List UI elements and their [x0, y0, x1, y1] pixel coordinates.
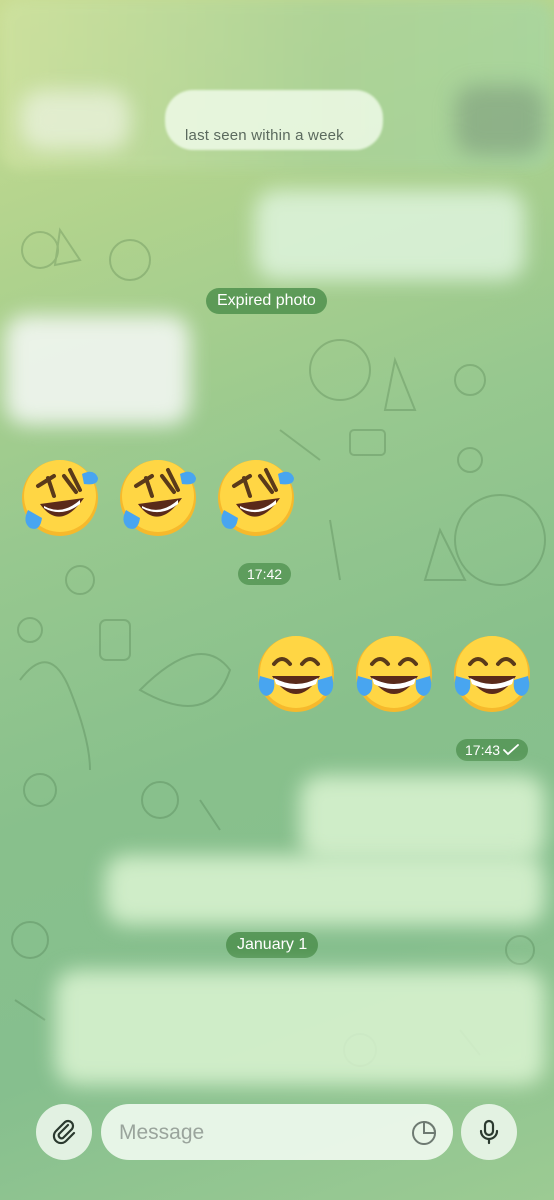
avatar-blurred[interactable]: [455, 85, 545, 155]
incoming-emoji-message: [18, 456, 298, 540]
message-input[interactable]: Message: [101, 1104, 453, 1160]
microphone-button[interactable]: [461, 1104, 517, 1160]
date-separator: January 1: [226, 932, 319, 958]
joy-emoji: [258, 636, 334, 712]
joy-emoji: [454, 636, 530, 712]
last-seen-status: last seen within a week: [185, 127, 344, 144]
microphone-icon: [479, 1119, 499, 1145]
incoming-message-blurred-2: [55, 970, 545, 1085]
single-check-icon: [503, 744, 519, 756]
outgoing-emoji-message: [254, 632, 534, 716]
rolling-laughing-emoji: [218, 460, 294, 536]
outgoing-message-time-chip: 17:43: [456, 739, 529, 761]
message-placeholder: Message: [119, 1121, 205, 1144]
incoming-message-time: 17:42: [238, 563, 292, 585]
paperclip-icon: [52, 1119, 76, 1145]
attach-button[interactable]: [36, 1104, 92, 1160]
expired-photo-chip: Expired photo: [206, 288, 327, 314]
rolling-laughing-emoji: [120, 460, 196, 536]
sticker-icon[interactable]: [409, 1118, 439, 1148]
back-button-blurred[interactable]: [20, 90, 130, 150]
message-input-bar: Message: [0, 1090, 554, 1200]
incoming-message-blurred: [5, 315, 190, 425]
message-bubble-blurred: [255, 190, 525, 280]
outgoing-message-blurred-2: [105, 855, 545, 925]
joy-emoji: [356, 636, 432, 712]
rolling-laughing-emoji: [22, 460, 98, 536]
outgoing-message-blurred: [300, 775, 545, 860]
outgoing-message-time: 17:43: [465, 742, 501, 758]
